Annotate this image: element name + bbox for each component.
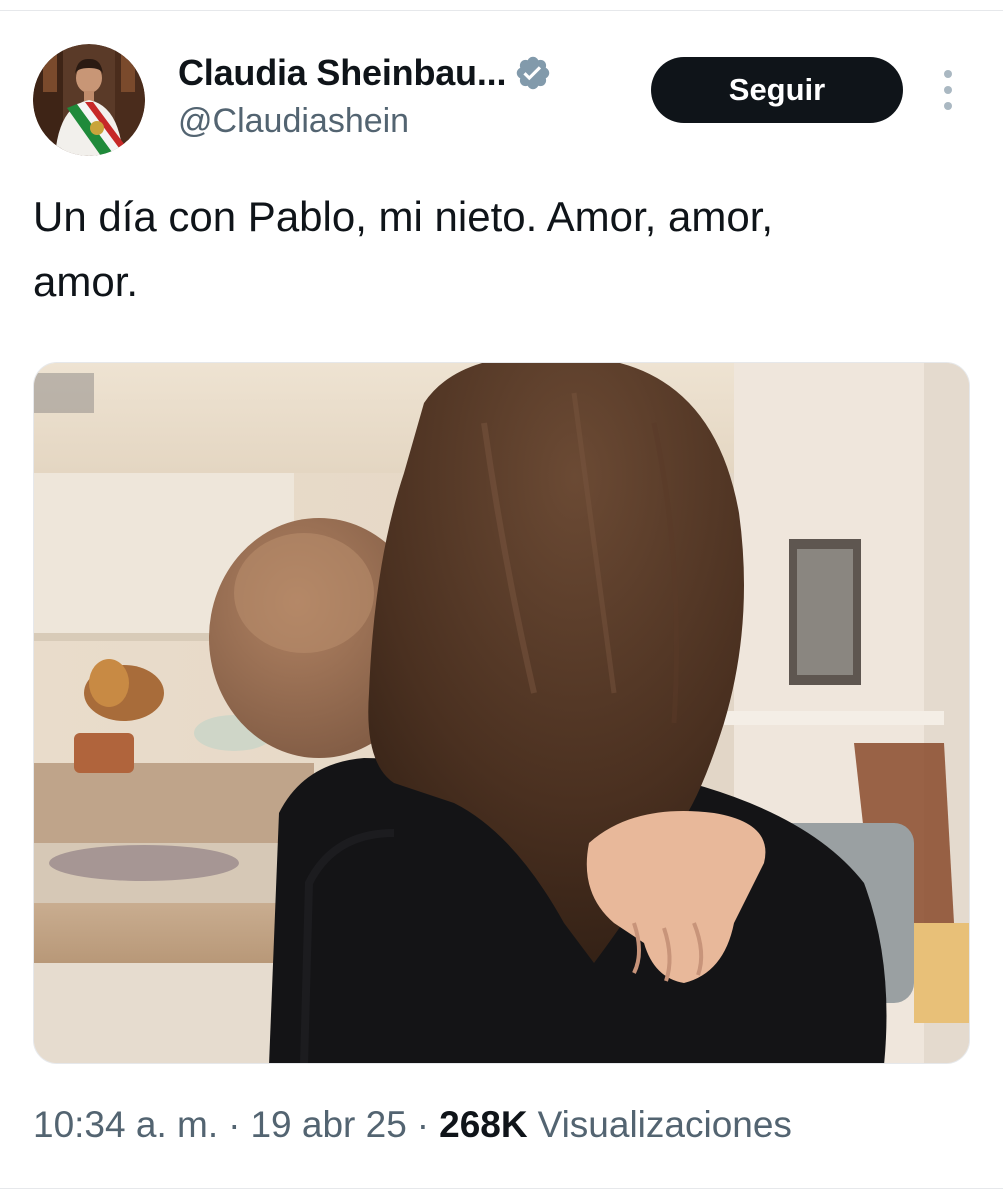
more-dot [944,86,952,94]
photo-image [34,363,969,1063]
tweet-date[interactable]: 19 abr 25 [250,1104,406,1146]
tweet-time[interactable]: 10:34 a. m. [33,1104,218,1146]
more-dot [944,70,952,78]
avatar[interactable] [33,44,145,156]
meta-separator: · [416,1104,430,1145]
meta-separator: · [228,1104,241,1145]
tweet-photo[interactable] [33,362,970,1064]
more-dot [944,102,952,110]
author-handle[interactable]: @Claudiashein [178,102,409,141]
top-divider [0,10,1003,11]
tweet-text: Un día con Pablo, mi nieto. Amor, amor, … [33,193,774,305]
author-name-row[interactable]: Claudia Sheinbau... [178,50,552,96]
tweet-meta: 10:34 a. m. · 19 abr 25 · 268K Visualiza… [33,1104,792,1146]
bottom-divider [0,1188,1003,1189]
avatar-image [33,44,145,156]
more-options-icon[interactable] [934,66,962,114]
follow-button[interactable]: Seguir [651,57,903,123]
views-count: 268K [439,1104,528,1145]
author-display-name[interactable]: Claudia Sheinbau... [178,52,506,94]
views-label: Visualizaciones [537,1104,792,1145]
verified-badge-icon [514,54,552,92]
